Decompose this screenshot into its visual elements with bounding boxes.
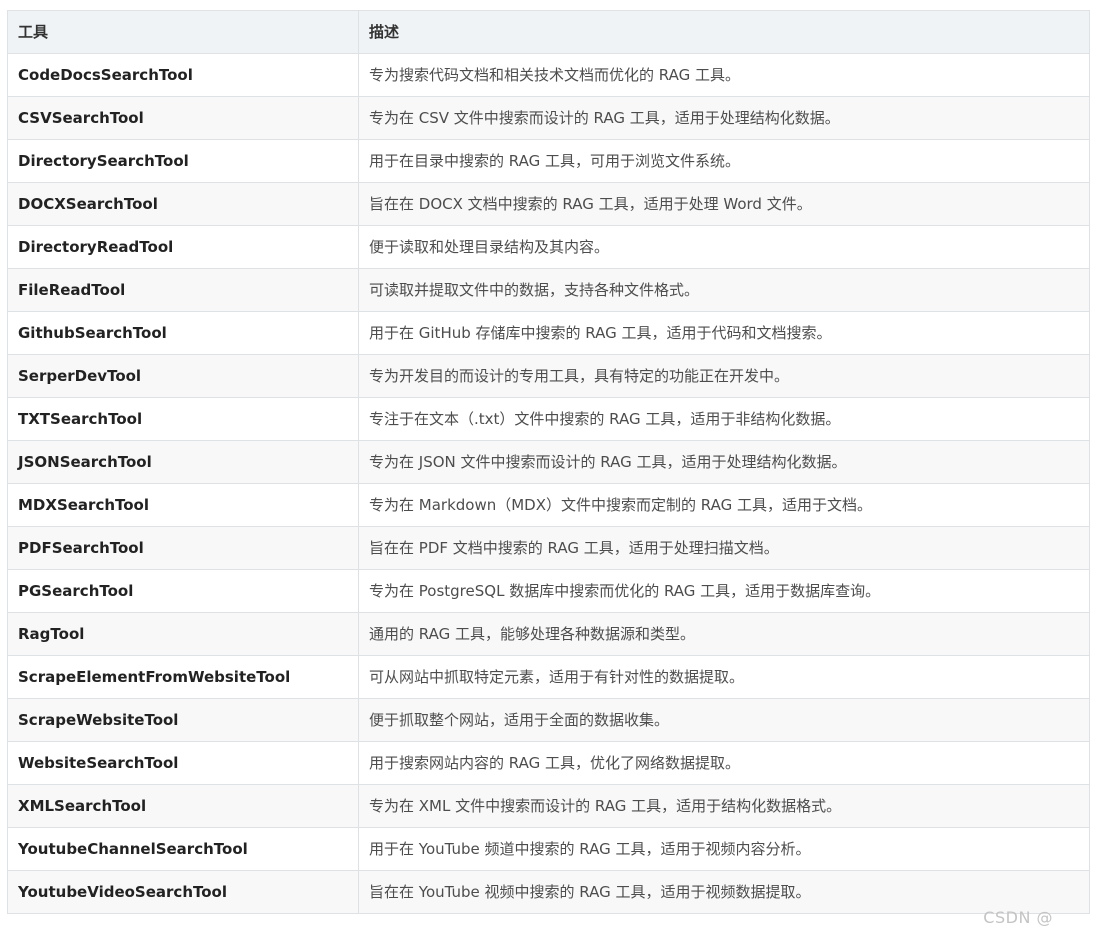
- table-row: DirectoryReadTool 便于读取和处理目录结构及其内容。: [7, 225, 1090, 269]
- table-row: DirectorySearchTool 用于在目录中搜索的 RAG 工具，可用于浏…: [7, 139, 1090, 183]
- table-row: GithubSearchTool 用于在 GitHub 存储库中搜索的 RAG 工…: [7, 311, 1090, 355]
- tool-description-cell: 用于在 GitHub 存储库中搜索的 RAG 工具，适用于代码和文档搜索。: [358, 311, 1090, 355]
- tool-name-cell: SerperDevTool: [7, 354, 359, 398]
- table-row: ScrapeElementFromWebsiteTool 可从网站中抓取特定元素，…: [7, 655, 1090, 699]
- tools-table: 工具 描述 CodeDocsSearchTool 专为搜索代码文档和相关技术文档而…: [7, 10, 1090, 914]
- table-row: PDFSearchTool 旨在在 PDF 文档中搜索的 RAG 工具，适用于处理…: [7, 526, 1090, 570]
- tool-description-cell: 专为在 PostgreSQL 数据库中搜索而优化的 RAG 工具，适用于数据库查…: [358, 569, 1090, 613]
- tool-description-cell: 专为在 XML 文件中搜索而设计的 RAG 工具，适用于结构化数据格式。: [358, 784, 1090, 828]
- tool-description-cell: 可读取并提取文件中的数据，支持各种文件格式。: [358, 268, 1090, 312]
- tool-description-cell: 专为在 Markdown（MDX）文件中搜索而定制的 RAG 工具，适用于文档。: [358, 483, 1090, 527]
- table-row: YoutubeVideoSearchTool 旨在在 YouTube 视频中搜索的…: [7, 870, 1090, 914]
- tool-description-cell: 通用的 RAG 工具，能够处理各种数据源和类型。: [358, 612, 1090, 656]
- tool-name-cell: PGSearchTool: [7, 569, 359, 613]
- tool-name-cell: PDFSearchTool: [7, 526, 359, 570]
- header-description: 描述: [358, 10, 1090, 54]
- tool-name-cell: DirectoryReadTool: [7, 225, 359, 269]
- table-row: ScrapeWebsiteTool 便于抓取整个网站，适用于全面的数据收集。: [7, 698, 1090, 742]
- tool-description-cell: 用于在目录中搜索的 RAG 工具，可用于浏览文件系统。: [358, 139, 1090, 183]
- tool-description-cell: 便于抓取整个网站，适用于全面的数据收集。: [358, 698, 1090, 742]
- table-row: WebsiteSearchTool 用于搜索网站内容的 RAG 工具，优化了网络数…: [7, 741, 1090, 785]
- table-row: XMLSearchTool 专为在 XML 文件中搜索而设计的 RAG 工具，适用…: [7, 784, 1090, 828]
- table-row: CodeDocsSearchTool 专为搜索代码文档和相关技术文档而优化的 RA…: [7, 53, 1090, 97]
- table-row: PGSearchTool 专为在 PostgreSQL 数据库中搜索而优化的 RA…: [7, 569, 1090, 613]
- tool-name-cell: WebsiteSearchTool: [7, 741, 359, 785]
- tool-name-cell: CodeDocsSearchTool: [7, 53, 359, 97]
- table-row: RagTool 通用的 RAG 工具，能够处理各种数据源和类型。: [7, 612, 1090, 656]
- tool-name-cell: JSONSearchTool: [7, 440, 359, 484]
- tool-description-cell: 专为搜索代码文档和相关技术文档而优化的 RAG 工具。: [358, 53, 1090, 97]
- table-header: 工具 描述: [7, 10, 1090, 54]
- tool-name-cell: XMLSearchTool: [7, 784, 359, 828]
- tool-name-cell: RagTool: [7, 612, 359, 656]
- header-row: 工具 描述: [7, 10, 1090, 54]
- tool-description-cell: 专注于在文本（.txt）文件中搜索的 RAG 工具，适用于非结构化数据。: [358, 397, 1090, 441]
- tool-description-cell: 旨在在 DOCX 文档中搜索的 RAG 工具，适用于处理 Word 文件。: [358, 182, 1090, 226]
- tool-description-cell: 用于在 YouTube 频道中搜索的 RAG 工具，适用于视频内容分析。: [358, 827, 1090, 871]
- header-tool: 工具: [7, 10, 359, 54]
- tool-description-cell: 用于搜索网站内容的 RAG 工具，优化了网络数据提取。: [358, 741, 1090, 785]
- tool-description-cell: 可从网站中抓取特定元素，适用于有针对性的数据提取。: [358, 655, 1090, 699]
- tool-name-cell: YoutubeChannelSearchTool: [7, 827, 359, 871]
- tool-description-cell: 专为在 CSV 文件中搜索而设计的 RAG 工具，适用于处理结构化数据。: [358, 96, 1090, 140]
- table-row: YoutubeChannelSearchTool 用于在 YouTube 频道中搜…: [7, 827, 1090, 871]
- tool-name-cell: DirectorySearchTool: [7, 139, 359, 183]
- table-row: JSONSearchTool 专为在 JSON 文件中搜索而设计的 RAG 工具，…: [7, 440, 1090, 484]
- tool-name-cell: MDXSearchTool: [7, 483, 359, 527]
- tool-name-cell: GithubSearchTool: [7, 311, 359, 355]
- table-row: DOCXSearchTool 旨在在 DOCX 文档中搜索的 RAG 工具，适用于…: [7, 182, 1090, 226]
- tool-description-cell: 专为开发目的而设计的专用工具，具有特定的功能正在开发中。: [358, 354, 1090, 398]
- csdn-watermark: CSDN @: [983, 908, 1053, 927]
- tool-description-cell: 旨在在 YouTube 视频中搜索的 RAG 工具，适用于视频数据提取。: [358, 870, 1090, 914]
- table-row: CSVSearchTool 专为在 CSV 文件中搜索而设计的 RAG 工具，适用…: [7, 96, 1090, 140]
- tool-description-cell: 旨在在 PDF 文档中搜索的 RAG 工具，适用于处理扫描文档。: [358, 526, 1090, 570]
- tool-name-cell: DOCXSearchTool: [7, 182, 359, 226]
- tool-name-cell: YoutubeVideoSearchTool: [7, 870, 359, 914]
- tool-description-cell: 专为在 JSON 文件中搜索而设计的 RAG 工具，适用于处理结构化数据。: [358, 440, 1090, 484]
- tool-name-cell: TXTSearchTool: [7, 397, 359, 441]
- table-row: FileReadTool 可读取并提取文件中的数据，支持各种文件格式。: [7, 268, 1090, 312]
- table-row: MDXSearchTool 专为在 Markdown（MDX）文件中搜索而定制的 …: [7, 483, 1090, 527]
- tool-name-cell: ScrapeElementFromWebsiteTool: [7, 655, 359, 699]
- tool-name-cell: CSVSearchTool: [7, 96, 359, 140]
- table-body: CodeDocsSearchTool 专为搜索代码文档和相关技术文档而优化的 RA…: [7, 53, 1090, 914]
- tool-description-cell: 便于读取和处理目录结构及其内容。: [358, 225, 1090, 269]
- tool-name-cell: ScrapeWebsiteTool: [7, 698, 359, 742]
- table-row: SerperDevTool 专为开发目的而设计的专用工具，具有特定的功能正在开发中…: [7, 354, 1090, 398]
- table-row: TXTSearchTool 专注于在文本（.txt）文件中搜索的 RAG 工具，适…: [7, 397, 1090, 441]
- tool-name-cell: FileReadTool: [7, 268, 359, 312]
